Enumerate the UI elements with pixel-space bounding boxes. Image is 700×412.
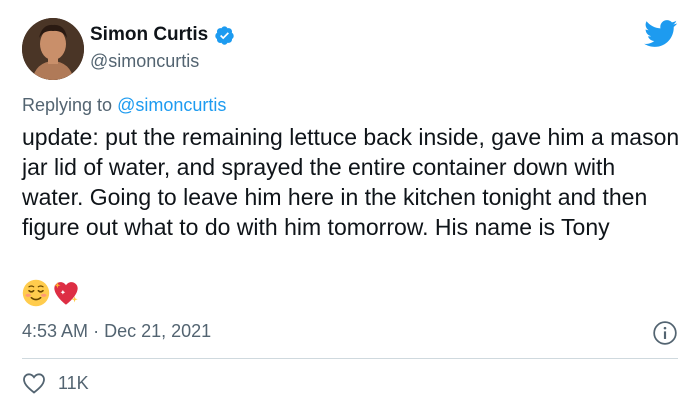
tweet-date: Dec 21, 2021 xyxy=(104,321,212,341)
like-action[interactable]: 11K xyxy=(22,372,89,394)
avatar[interactable] xyxy=(22,18,84,80)
divider xyxy=(22,358,678,359)
tweet-emojis xyxy=(22,279,80,307)
verified-badge-icon xyxy=(215,25,234,45)
reply-prefix: Replying to xyxy=(22,95,113,115)
tweet-time: 4:53 AM xyxy=(22,321,89,341)
tweet-timestamp[interactable]: 4:53 AM · Dec 21, 2021 xyxy=(22,321,211,342)
timestamp-separator: · xyxy=(93,321,100,341)
author-display-name[interactable]: Simon Curtis xyxy=(90,24,208,46)
sparkling-heart-emoji xyxy=(54,282,78,305)
like-count: 11K xyxy=(58,372,89,393)
author-handle[interactable]: @simoncurtis xyxy=(90,51,199,72)
heart-icon[interactable] xyxy=(22,372,46,394)
reply-mention-link[interactable]: @simoncurtis xyxy=(117,95,226,115)
twitter-bird-icon[interactable] xyxy=(644,20,678,48)
info-icon[interactable] xyxy=(652,320,678,346)
reply-context: Replying to @simoncurtis xyxy=(22,95,226,116)
relieved-face-emoji xyxy=(22,279,50,307)
tweet-text: update: put the remaining lettuce back i… xyxy=(22,124,680,240)
author-name-row: Simon Curtis xyxy=(90,24,235,46)
tweet-card: Simon Curtis @simoncurtis Replying to @s… xyxy=(0,0,700,412)
